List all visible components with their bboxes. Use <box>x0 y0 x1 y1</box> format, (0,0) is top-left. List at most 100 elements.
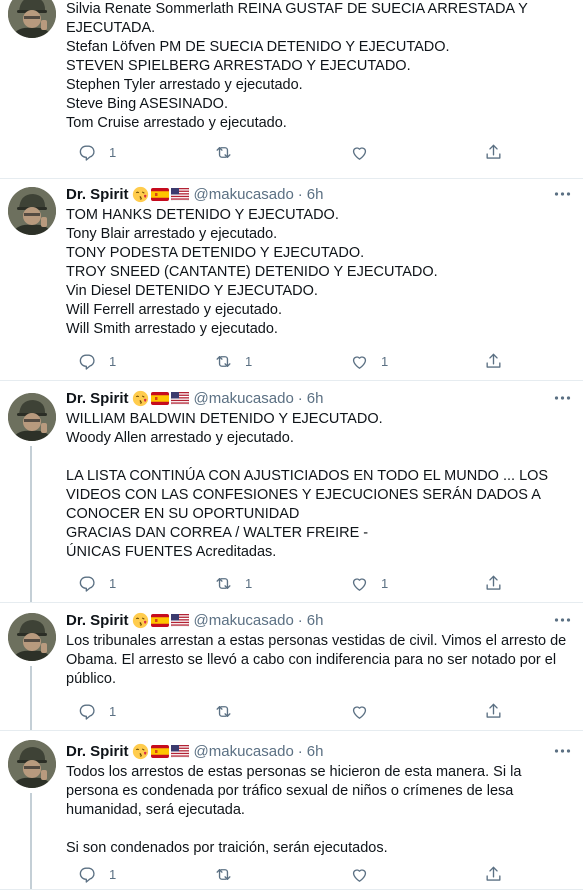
reply-button[interactable]: 1 <box>66 143 116 162</box>
tweet[interactable]: Dr. Spirit @makucasado · 6h Todos los arres… <box>0 729 583 890</box>
tweet-line: humanidad, será ejecutada. <box>66 802 245 818</box>
username[interactable]: @makucasado <box>194 612 294 629</box>
share-button[interactable] <box>472 352 503 371</box>
display-name[interactable]: Dr. Spirit <box>66 612 129 629</box>
retweet-button[interactable]: 1 <box>202 352 252 371</box>
tweet-line: GRACIAS DAN CORREA / WALTER FREIRE - <box>66 525 369 541</box>
separator-dot: · <box>297 742 303 760</box>
usa-flag-icon <box>170 613 189 627</box>
tweet[interactable]: Dr. Spirit @makucasado · 6h Los tribunales … <box>0 602 583 731</box>
more-icon[interactable] <box>554 184 571 204</box>
reply-count: 1 <box>109 145 117 160</box>
name-emoji-group <box>132 743 189 760</box>
display-name[interactable]: Dr. Spirit <box>66 186 129 203</box>
retweet-button[interactable] <box>202 865 245 884</box>
tweet-line: EJECUTADA. <box>66 20 156 36</box>
tweet[interactable]: Silvia Renate Sommerlath REINA GUSTAF DE… <box>0 0 583 179</box>
tweet-actions: 1 <box>66 702 501 722</box>
like-button[interactable]: 1 <box>338 574 388 593</box>
like-button[interactable] <box>338 865 381 884</box>
spain-flag-icon <box>150 744 169 758</box>
tweet-line: Tony Blair arrestado y ejecutado. <box>66 226 278 242</box>
reply-button[interactable]: 1 <box>66 352 116 371</box>
like-count: 1 <box>381 576 389 591</box>
like-button[interactable] <box>338 702 381 721</box>
usa-flag-icon <box>170 187 189 201</box>
timestamp[interactable]: 6h <box>307 612 324 629</box>
avatar[interactable] <box>8 187 56 235</box>
like-button[interactable]: 1 <box>338 352 388 371</box>
like-icon <box>350 702 369 721</box>
share-button[interactable] <box>472 143 503 162</box>
tweet-header: Dr. Spirit @makucasado · 6h <box>66 388 323 408</box>
tweet-line: Steve Bing ASESINADO. <box>66 96 228 112</box>
reply-button[interactable]: 1 <box>66 865 116 884</box>
tweet-text: TOM HANKS DETENIDO Y EJECUTADO. Tony Blai… <box>66 206 438 339</box>
tweet-text: Todos los arrestos de estas personas se … <box>66 763 521 858</box>
kissing-face-emoji <box>132 186 149 203</box>
like-button[interactable] <box>338 143 381 162</box>
tweet-line: Will Smith arrestado y ejecutado. <box>66 321 278 337</box>
tweet-line: Stefan Löfven PM DE SUECIA DETENIDO Y EJ… <box>66 39 450 55</box>
timestamp[interactable]: 6h <box>307 390 324 407</box>
tweet-line: STEVEN SPIELBERG ARRESTADO Y EJECUTADO. <box>66 58 411 74</box>
share-button[interactable] <box>472 574 503 593</box>
tweet-actions: 1 1 1 <box>66 574 501 594</box>
reply-button[interactable]: 1 <box>66 702 116 721</box>
tweet-actions: 1 1 1 <box>66 352 501 372</box>
more-icon[interactable] <box>554 388 571 408</box>
reply-count: 1 <box>109 704 117 719</box>
tweet-line: Silvia Renate Sommerlath REINA GUSTAF DE… <box>66 1 528 17</box>
tweet-text: WILLIAM BALDWIN DETENIDO Y EJECUTADO. Woo… <box>66 410 548 562</box>
avatar[interactable] <box>8 613 56 661</box>
tweet-header: Dr. Spirit @makucasado · 6h <box>66 610 323 630</box>
username[interactable]: @makucasado <box>194 390 294 407</box>
retweet-button[interactable] <box>202 143 245 162</box>
tweet-line: TOM HANKS DETENIDO Y EJECUTADO. <box>66 207 339 223</box>
retweet-icon <box>214 574 233 593</box>
share-button[interactable] <box>472 702 503 721</box>
tweet-line: Vin Diesel DETENIDO Y EJECUTADO. <box>66 283 318 299</box>
thread-line <box>30 666 32 730</box>
like-icon <box>350 865 369 884</box>
name-emoji-group <box>132 612 189 629</box>
retweet-icon <box>214 143 233 162</box>
display-name[interactable]: Dr. Spirit <box>66 743 129 760</box>
kissing-face-emoji <box>132 743 149 760</box>
tweet-line: persona es condenada por tráfico sexual … <box>66 783 514 799</box>
tweet-line: CONOCER EN SU OPORTUNIDAD <box>66 506 300 522</box>
like-count: 1 <box>381 354 389 369</box>
reply-count: 1 <box>109 354 117 369</box>
reply-button[interactable]: 1 <box>66 574 116 593</box>
separator-dot: · <box>297 185 303 203</box>
more-icon[interactable] <box>554 610 571 630</box>
tweet-line: LA LISTA CONTINÚA CON AJUSTICIADOS EN TO… <box>66 468 549 484</box>
timestamp[interactable]: 6h <box>307 743 324 760</box>
like-icon <box>350 574 369 593</box>
tweet[interactable]: Dr. Spirit @makucasado · 6h TOM HANKS DETEN… <box>0 178 583 381</box>
tweet-line: ÚNICAS FUENTES Acreditadas. <box>66 544 277 560</box>
timestamp[interactable]: 6h <box>307 186 324 203</box>
tweet-line: TONY PODESTA DETENIDO Y EJECUTADO. <box>66 245 365 261</box>
separator-dot: · <box>297 611 303 629</box>
spain-flag-icon <box>150 613 169 627</box>
name-emoji-group <box>132 186 189 203</box>
avatar[interactable] <box>8 393 56 441</box>
tweet[interactable]: Dr. Spirit @makucasado · 6h WILLIAM BALDWIN… <box>0 380 583 603</box>
avatar[interactable] <box>8 0 56 38</box>
username[interactable]: @makucasado <box>194 186 294 203</box>
reply-icon <box>78 143 97 162</box>
retweet-icon <box>214 702 233 721</box>
reply-count: 1 <box>109 867 117 882</box>
tweet-actions: 1 <box>66 143 501 163</box>
share-button[interactable] <box>472 865 503 884</box>
retweet-button[interactable]: 1 <box>202 574 252 593</box>
tweet-line: WILLIAM BALDWIN DETENIDO Y EJECUTADO. <box>66 411 383 427</box>
display-name[interactable]: Dr. Spirit <box>66 390 129 407</box>
share-icon <box>484 352 503 371</box>
retweet-button[interactable] <box>202 702 245 721</box>
more-icon[interactable] <box>554 741 571 761</box>
avatar[interactable] <box>8 740 56 788</box>
tweet-line: público. <box>66 671 116 687</box>
username[interactable]: @makucasado <box>194 743 294 760</box>
